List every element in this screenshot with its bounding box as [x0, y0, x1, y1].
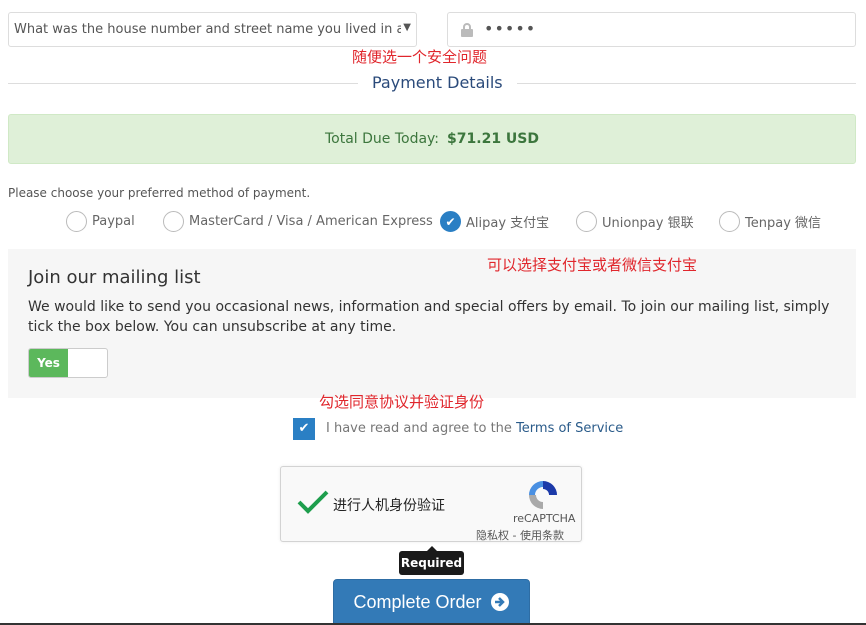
- security-answer-input[interactable]: •••••: [447, 12, 856, 47]
- payment-option-card[interactable]: MasterCard / Visa / American Express: [163, 211, 433, 232]
- total-due-banner: Total Due Today: $71.21 USD: [8, 114, 856, 164]
- terms-link[interactable]: Terms of Service: [516, 421, 623, 436]
- dropdown-arrow-icon: ▼: [401, 22, 411, 33]
- terms-checkbox[interactable]: ✔: [293, 418, 315, 440]
- mailing-title: Join our mailing list: [28, 267, 201, 288]
- complete-order-button[interactable]: Complete Order: [333, 579, 530, 625]
- radio-checked-icon: ✔: [440, 211, 461, 232]
- required-tooltip: Required: [399, 546, 464, 575]
- payment-option-unionpay[interactable]: Unionpay 银联: [576, 211, 694, 232]
- section-title: Payment Details: [358, 73, 517, 92]
- payment-option-alipay[interactable]: ✔ Alipay 支付宝: [440, 211, 549, 232]
- radio-icon: [66, 211, 87, 232]
- annotation-security: 随便选一个安全问题: [352, 48, 488, 66]
- mailing-text: We would like to send you occasional new…: [28, 299, 830, 335]
- payment-option-paypal[interactable]: Paypal: [66, 211, 135, 232]
- payment-option-tenpay[interactable]: Tenpay 微信: [719, 211, 821, 232]
- lock-icon: [461, 23, 473, 37]
- recaptcha-logo-icon: [529, 481, 557, 509]
- terms-text: I have read and agree to the Terms of Se…: [326, 421, 624, 436]
- check-icon: [297, 490, 329, 514]
- payment-hint: Please choose your preferred method of p…: [8, 186, 311, 200]
- radio-icon: [576, 211, 597, 232]
- annotation-payment: 可以选择支付宝或者微信支付宝: [487, 256, 698, 274]
- arrow-right-circle-icon: [490, 593, 509, 611]
- recaptcha-widget[interactable]: 进行人机身份验证 reCAPTCHA 隐私权 - 使用条款: [280, 466, 582, 542]
- security-question-select[interactable]: What was the house number and street nam…: [8, 12, 417, 47]
- recaptcha-links[interactable]: 隐私权 - 使用条款: [476, 527, 564, 543]
- radio-icon: [163, 211, 184, 232]
- mailing-toggle[interactable]: Yes: [28, 348, 108, 378]
- annotation-agree: 勾选同意协议并验证身份: [319, 393, 485, 411]
- mailing-list-panel: Join our mailing list We would like to s…: [8, 249, 856, 398]
- radio-icon: [719, 211, 740, 232]
